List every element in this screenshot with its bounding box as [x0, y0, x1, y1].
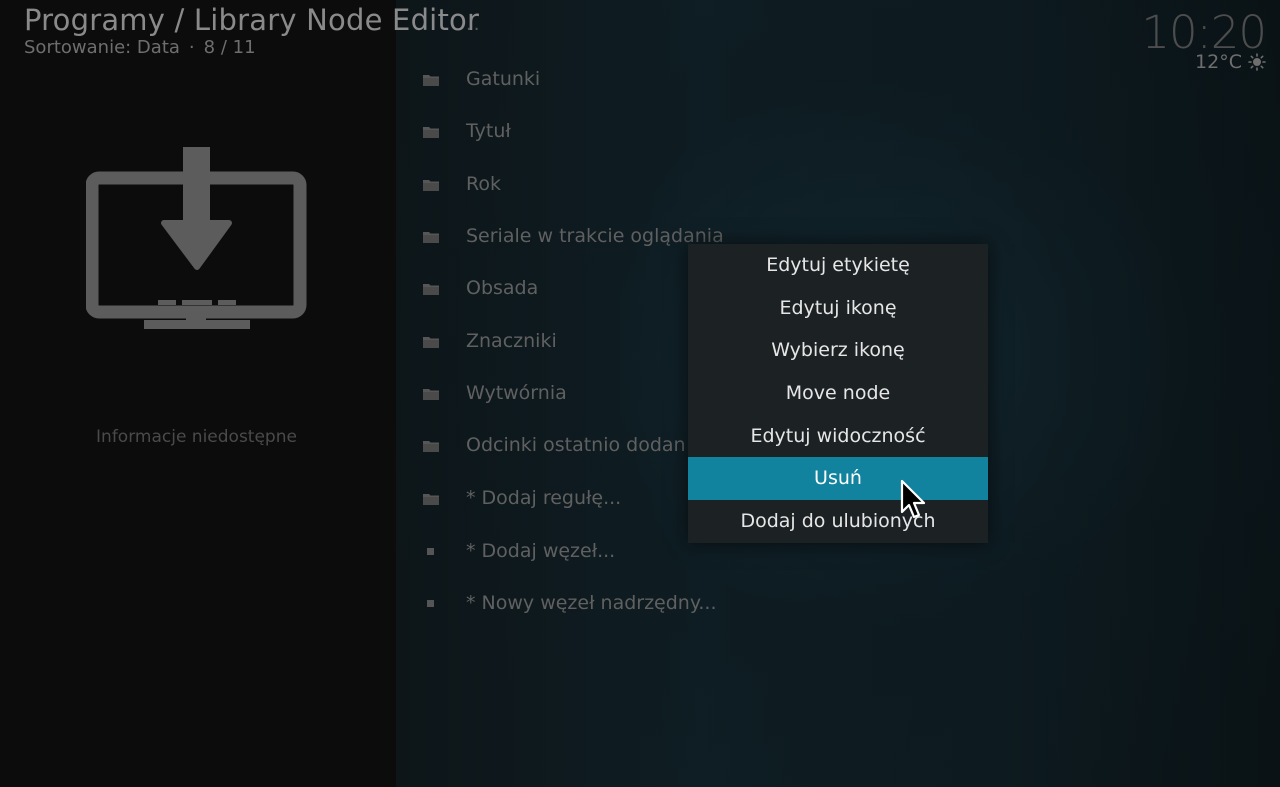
sun-icon	[1248, 53, 1266, 71]
context-menu-item[interactable]: Edytuj etykietę	[688, 244, 988, 287]
list-item-label: Rok	[466, 173, 501, 195]
folder-icon	[422, 334, 440, 348]
folder-icon	[422, 281, 440, 295]
list-item-label: Tytuł	[466, 120, 511, 142]
temperature: 12°C	[1195, 51, 1242, 73]
list-item-label: Gatunki	[466, 68, 541, 90]
list-item-label: Seriale w trakcie oglądania	[466, 225, 724, 247]
square-icon	[422, 544, 440, 558]
list-item[interactable]: Tytuł	[396, 105, 996, 157]
info-unavailable-text: Informacje niedostępne	[96, 427, 297, 447]
folder-icon	[422, 491, 440, 505]
folder-icon	[422, 124, 440, 138]
list-item-label: * Dodaj węzeł...	[466, 540, 616, 562]
context-menu-item[interactable]: Edytuj widoczność	[688, 415, 988, 458]
folder-icon	[422, 229, 440, 243]
folder-icon	[422, 177, 440, 191]
folder-icon	[422, 386, 440, 400]
list-item-label: * Nowy węzeł nadrzędny...	[466, 592, 717, 614]
context-menu-item[interactable]: Move node	[688, 372, 988, 415]
download-to-monitor-icon	[86, 145, 307, 329]
list-item-label: Znaczniki	[466, 330, 557, 352]
parent-folder-item[interactable]: ..	[466, 14, 481, 35]
item-position: 8 / 11	[203, 37, 256, 58]
square-icon	[422, 596, 440, 610]
context-menu-item[interactable]: Edytuj ikonę	[688, 287, 988, 330]
list-item[interactable]: Gatunki	[396, 53, 996, 105]
context-menu-item[interactable]: Usuń	[688, 457, 988, 501]
list-item-label: Odcinki ostatnio dodan	[466, 434, 686, 456]
separator: ·	[188, 37, 195, 58]
page-title: Programy / Library Node Editor	[24, 3, 480, 37]
list-item-label: * Dodaj regułę...	[466, 487, 622, 509]
list-item[interactable]: * Nowy węzeł nadrzędny...	[396, 577, 996, 629]
context-menu: Edytuj etykietę Edytuj ikonę Wybierz ikonę…	[688, 244, 988, 543]
weather: 12°C	[1195, 51, 1266, 73]
sort-label: Sortowanie: Data	[24, 37, 180, 58]
kodi-screen: Informacje niedostępne Programy / Librar…	[0, 0, 1280, 787]
mouse-cursor-icon	[900, 479, 926, 519]
folder-icon	[422, 438, 440, 452]
context-menu-item[interactable]: Wybierz ikonę	[688, 329, 988, 372]
info-panel: Informacje niedostępne	[0, 0, 396, 787]
list-item[interactable]: Rok	[396, 158, 996, 210]
list-item-label: Obsada	[466, 277, 539, 299]
folder-icon	[422, 72, 440, 86]
sort-info: Sortowanie: Data · 8 / 11	[24, 37, 256, 58]
context-menu-item[interactable]: Dodaj do ulubionych	[688, 500, 988, 543]
list-item-label: Wytwórnia	[466, 382, 567, 404]
